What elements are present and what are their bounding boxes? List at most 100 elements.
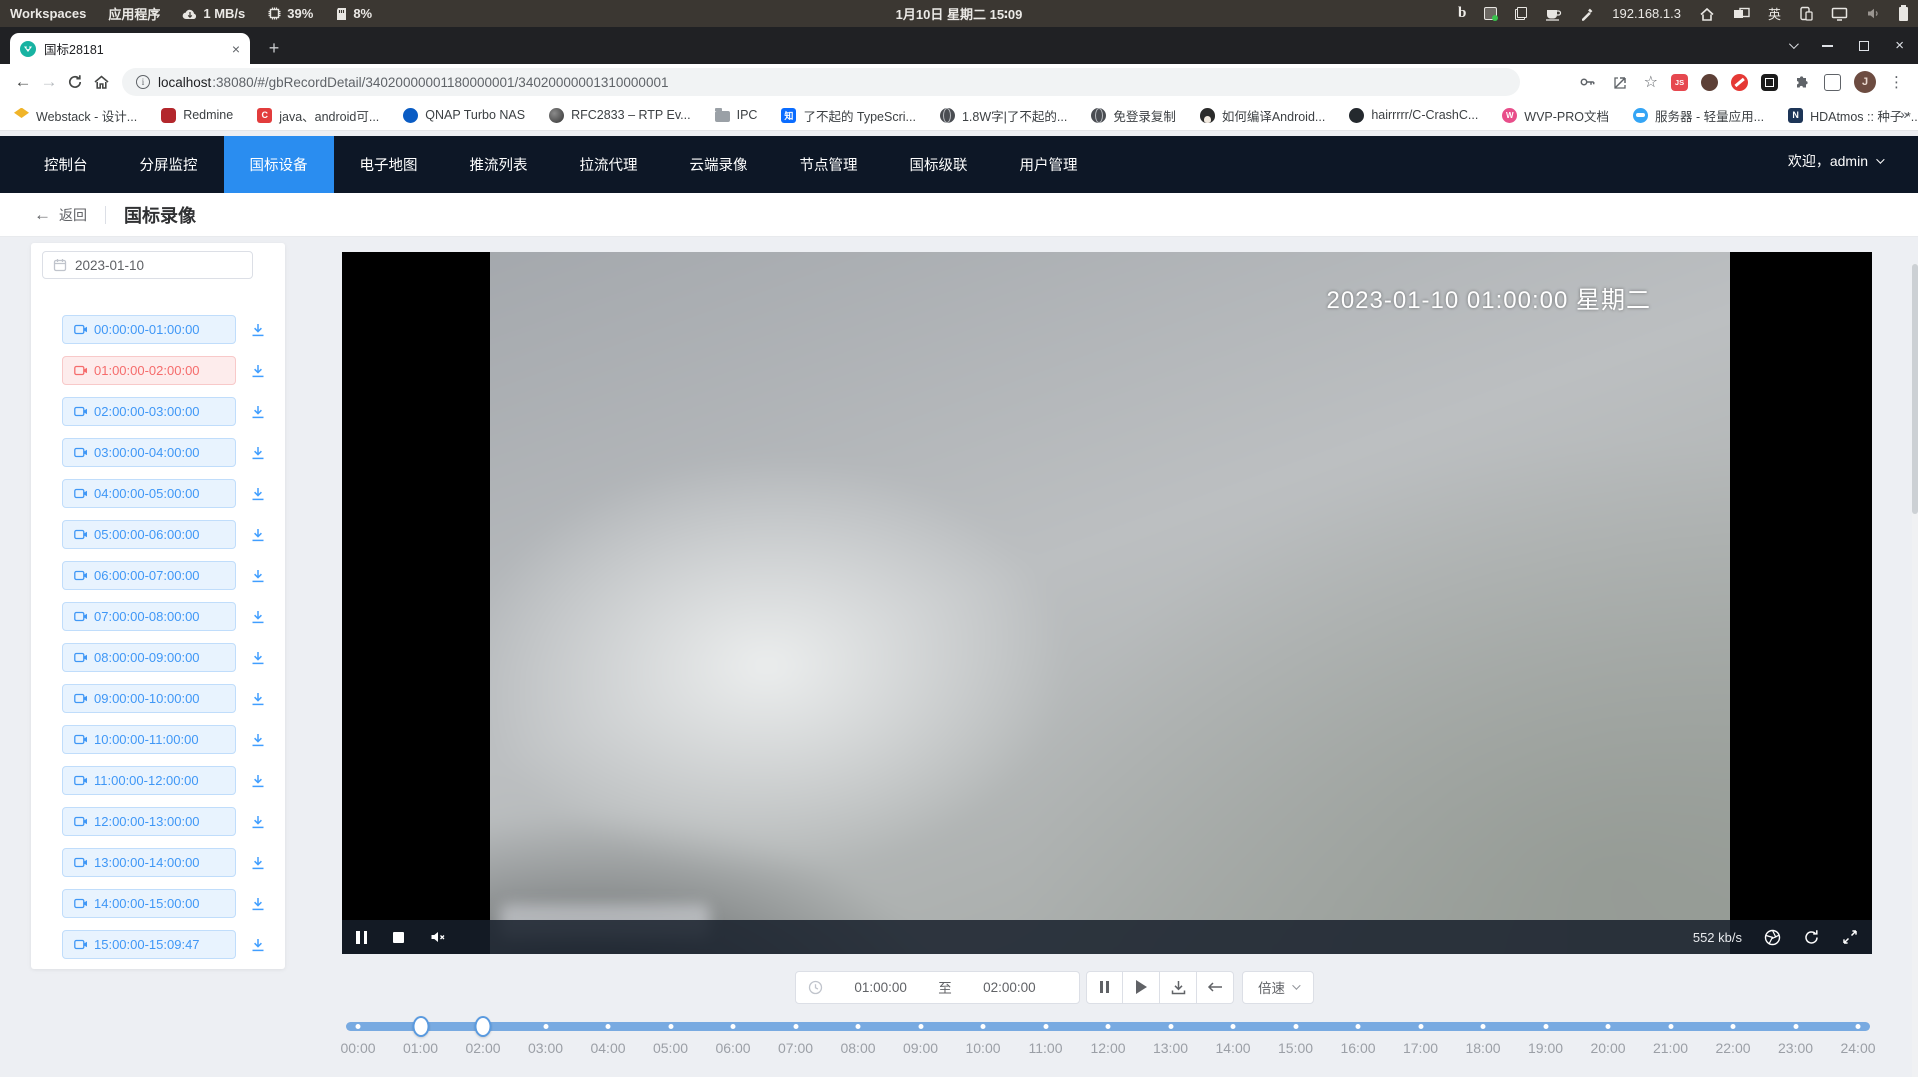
player-stop-button[interactable]: [393, 932, 404, 943]
password-key-icon[interactable]: [1578, 72, 1598, 92]
applications-button[interactable]: 应用程序: [108, 4, 160, 23]
record-download-button[interactable]: [248, 689, 268, 709]
home-tray-icon[interactable]: [1699, 7, 1715, 21]
extension-frame-icon[interactable]: [1824, 74, 1841, 91]
display-tray-icon[interactable]: [1831, 7, 1848, 21]
share-icon[interactable]: [1611, 72, 1631, 92]
record-download-button[interactable]: [248, 935, 268, 955]
playback-speed-dropdown[interactable]: 倍速: [1242, 971, 1314, 1004]
player-pause-button[interactable]: [356, 931, 367, 944]
record-download-button[interactable]: [248, 812, 268, 832]
download-record-button[interactable]: [1160, 971, 1197, 1004]
fullscreen-icon[interactable]: [1842, 929, 1858, 945]
nav-tab[interactable]: 国标级联: [884, 136, 994, 193]
extension-dark-square-icon[interactable]: [1761, 74, 1778, 91]
browser-reload-button[interactable]: [62, 69, 88, 95]
video-player[interactable]: 2023-01-10 01:00:00 星期二 552 kb/s: [342, 252, 1872, 954]
system-clock[interactable]: 1月10日 星期二 15∶09: [896, 4, 1023, 23]
extension-js-icon[interactable]: JS: [1671, 74, 1688, 91]
bookmark-item[interactable]: QNAP Turbo NAS: [403, 108, 525, 123]
workspaces-button[interactable]: Workspaces: [10, 6, 86, 21]
start-time-value[interactable]: 01:00:00: [823, 980, 938, 995]
tab-close-icon[interactable]: ×: [232, 42, 240, 56]
bing-tray-icon[interactable]: b: [1458, 5, 1466, 22]
browser-menu-icon[interactable]: ⋮: [1889, 73, 1904, 91]
nav-tab[interactable]: 控制台: [18, 136, 114, 193]
player-refresh-icon[interactable]: [1803, 929, 1820, 946]
browser-back-button[interactable]: ←: [10, 69, 36, 95]
nav-tab[interactable]: 用户管理: [994, 136, 1104, 193]
bookmark-item[interactable]: RFC2833 – RTP Ev...: [549, 108, 691, 123]
bookmark-item[interactable]: 服务器 - 轻量应用...: [1633, 106, 1764, 125]
record-download-button[interactable]: [248, 894, 268, 914]
record-timerange-button[interactable]: 05:00:00-06:00:00: [62, 520, 236, 549]
extension-blocker-icon[interactable]: [1731, 74, 1748, 91]
record-timerange-button[interactable]: 08:00:00-09:00:00: [62, 643, 236, 672]
pause-button[interactable]: [1086, 971, 1123, 1004]
nav-tab[interactable]: 电子地图: [334, 136, 444, 193]
record-download-button[interactable]: [248, 607, 268, 627]
profile-avatar[interactable]: J: [1854, 71, 1876, 93]
bookmark-item[interactable]: java、android可...: [257, 106, 379, 125]
record-download-button[interactable]: [248, 484, 268, 504]
volume-muted-icon[interactable]: [1866, 7, 1881, 20]
record-download-button[interactable]: [248, 566, 268, 586]
record-download-button[interactable]: [248, 648, 268, 668]
seek-back-button[interactable]: [1197, 971, 1234, 1004]
record-timerange-button[interactable]: 09:00:00-10:00:00: [62, 684, 236, 713]
user-menu[interactable]: 欢迎，admin: [1788, 132, 1882, 189]
end-time-value[interactable]: 02:00:00: [952, 980, 1067, 995]
record-download-button[interactable]: [248, 525, 268, 545]
record-download-button[interactable]: [248, 771, 268, 791]
window-close-button[interactable]: ×: [1895, 37, 1904, 54]
bookmark-item[interactable]: 1.8W字|了不起的...: [940, 106, 1067, 125]
browser-home-button[interactable]: [88, 69, 114, 95]
bookmark-item[interactable]: hairrrrr/C-CrashC...: [1349, 108, 1478, 123]
window-maximize-button[interactable]: [1859, 41, 1869, 51]
bookmark-item[interactable]: 了不起的 TypeScri...: [781, 106, 916, 125]
workspace-switcher-icon[interactable]: [1733, 7, 1750, 21]
color-picker-tray-icon[interactable]: [1580, 7, 1594, 21]
time-range-input[interactable]: 01:00:00 至 02:00:00: [795, 971, 1080, 1004]
nav-tab[interactable]: 云端录像: [664, 136, 774, 193]
bookmark-item[interactable]: 免登录复制: [1091, 106, 1176, 125]
record-timerange-button[interactable]: 00:00:00-01:00:00: [62, 315, 236, 344]
scrollbar-thumb[interactable]: [1912, 264, 1918, 514]
nav-tab[interactable]: 节点管理: [774, 136, 884, 193]
bookmark-item[interactable]: WVP-PRO文档: [1502, 106, 1609, 125]
bookmark-item[interactable]: IPC: [715, 108, 758, 122]
tab-search-chevron-icon[interactable]: [1789, 39, 1799, 49]
record-timerange-button[interactable]: 04:00:00-05:00:00: [62, 479, 236, 508]
nav-tab[interactable]: 分屏监控: [114, 136, 224, 193]
phone-link-icon[interactable]: [1799, 6, 1813, 21]
record-timerange-button[interactable]: 15:00:00-15:09:47: [62, 930, 236, 959]
record-download-button[interactable]: [248, 443, 268, 463]
bookmark-item[interactable]: Webstack - 设计...: [14, 106, 137, 125]
bookmark-item[interactable]: Redmine: [161, 108, 233, 123]
record-timerange-button[interactable]: 14:00:00-15:00:00: [62, 889, 236, 918]
record-download-button[interactable]: [248, 320, 268, 340]
ip-address-indicator[interactable]: 192.168.1.3: [1612, 6, 1681, 21]
record-timerange-button[interactable]: 03:00:00-04:00:00: [62, 438, 236, 467]
page-scrollbar[interactable]: [1912, 264, 1918, 1077]
date-picker-input[interactable]: 2023-01-10: [42, 251, 253, 279]
new-tab-button[interactable]: +: [262, 36, 286, 60]
record-timerange-button[interactable]: 01:00:00-02:00:00: [62, 356, 236, 385]
extensions-puzzle-icon[interactable]: [1791, 72, 1811, 92]
record-timerange-button[interactable]: 13:00:00-14:00:00: [62, 848, 236, 877]
nav-tab[interactable]: 国标设备: [224, 136, 334, 193]
record-timerange-button[interactable]: 02:00:00-03:00:00: [62, 397, 236, 426]
back-button[interactable]: 返回: [59, 205, 87, 225]
clipboard-tray-icon[interactable]: [1515, 7, 1527, 20]
snapshot-shutter-icon[interactable]: [1764, 929, 1781, 946]
record-timerange-button[interactable]: 11:00:00-12:00:00: [62, 766, 236, 795]
player-mute-icon[interactable]: [430, 930, 446, 944]
back-arrow-icon[interactable]: ←: [34, 205, 51, 225]
bookmark-star-icon[interactable]: ☆: [1644, 72, 1658, 92]
bookmark-item[interactable]: 如何编译Android...: [1200, 106, 1326, 125]
extension-cola-icon[interactable]: [1701, 74, 1718, 91]
record-download-button[interactable]: [248, 730, 268, 750]
nav-tab[interactable]: 推流列表: [444, 136, 554, 193]
url-address-bar[interactable]: i localhost:38080/#/gbRecordDetail/34020…: [122, 68, 1520, 96]
browser-forward-button[interactable]: →: [36, 69, 62, 95]
